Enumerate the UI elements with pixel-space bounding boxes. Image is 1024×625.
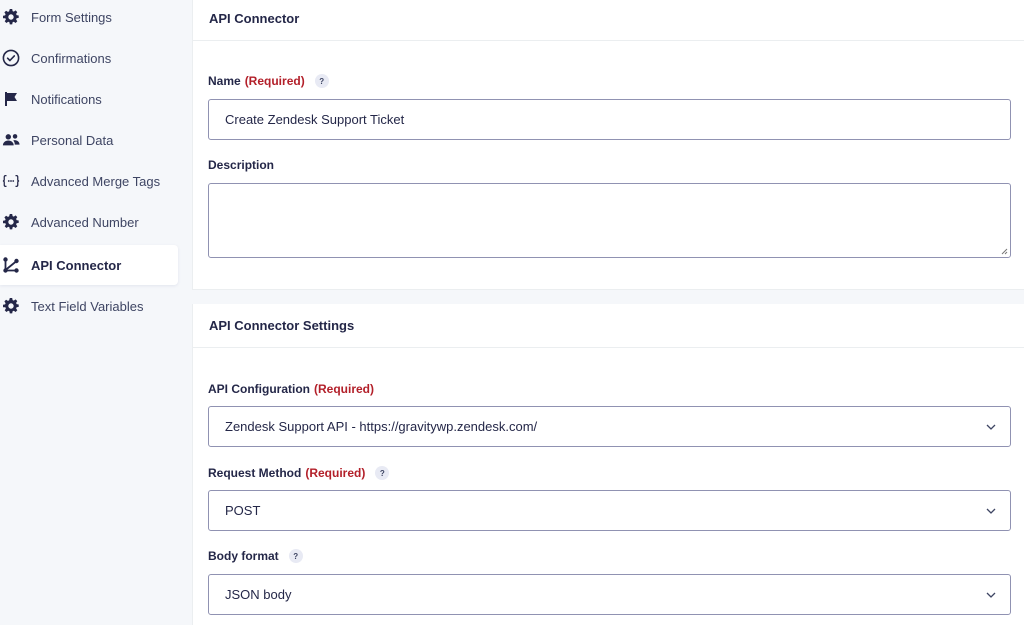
body-format-select[interactable]: JSON body — [208, 574, 1011, 615]
request-method-label: Request Method (Required) ? — [208, 466, 390, 480]
sidebar-item-personal-data[interactable]: Personal Data — [0, 120, 178, 160]
select-value: POST — [225, 503, 261, 518]
help-icon[interactable]: ? — [288, 549, 303, 563]
help-icon[interactable]: ? — [314, 74, 329, 88]
sidebar-item-label: Advanced Number — [31, 214, 139, 230]
sidebar-item-text-field-variables[interactable]: Text Field Variables — [0, 286, 178, 326]
chevron-down-icon — [986, 424, 996, 430]
required-indicator: (Required) — [314, 382, 374, 396]
sidebar-item-label: Advanced Merge Tags — [31, 173, 161, 189]
select-value: Zendesk Support API - https://gravitywp.… — [225, 419, 538, 434]
body-format-label: Body format ? — [208, 549, 303, 563]
sidebar-item-notifications[interactable]: Notifications — [0, 79, 178, 119]
gear-icon — [2, 8, 20, 26]
merge-tags-icon — [2, 172, 20, 190]
api-configuration-label: API Configuration (Required) — [208, 382, 374, 396]
resize-handle-icon[interactable] — [1000, 247, 1008, 255]
name-field[interactable]: Create Zendesk Support Ticket — [208, 99, 1011, 140]
sidebar-item-form-settings[interactable]: Form Settings — [0, 0, 178, 37]
chevron-down-icon — [986, 592, 996, 598]
api-connector-panel: API Connector Name (Required) ? Create Z… — [192, 0, 1024, 290]
required-indicator: (Required) — [305, 466, 366, 480]
description-label: Description — [208, 158, 274, 172]
select-value: JSON body — [225, 587, 292, 602]
label-text: API Configuration — [208, 382, 310, 396]
connector-icon — [2, 256, 20, 274]
sidebar-item-label: Notifications — [31, 91, 102, 107]
sidebar-item-confirmations[interactable]: Confirmations — [0, 38, 178, 78]
sidebar-item-label: Personal Data — [31, 132, 114, 148]
sidebar-item-api-connector[interactable]: API Connector — [0, 245, 178, 285]
label-text: Description — [208, 158, 275, 172]
check-circle-icon — [2, 49, 20, 67]
settings-sidebar: Form Settings Confirmations Notification… — [0, 0, 180, 625]
panel-title: API Connector Settings — [193, 304, 1024, 348]
gear-icon — [2, 297, 20, 315]
sidebar-item-label: API Connector — [31, 257, 122, 273]
label-text: Request Method — [208, 466, 302, 480]
users-icon — [2, 131, 20, 149]
sidebar-item-label: Text Field Variables — [31, 298, 144, 314]
api-configuration-select[interactable]: Zendesk Support API - https://gravitywp.… — [208, 406, 1011, 447]
chevron-down-icon — [986, 508, 996, 514]
flag-icon — [2, 90, 20, 108]
label-text: Body format — [208, 549, 279, 563]
name-label: Name (Required) ? — [208, 74, 329, 88]
name-field-value: Create Zendesk Support Ticket — [225, 112, 405, 127]
sidebar-item-label: Confirmations — [31, 50, 112, 66]
sidebar-item-advanced-number[interactable]: Advanced Number — [0, 202, 178, 242]
label-text: Name — [208, 74, 241, 88]
required-indicator: (Required) — [244, 74, 305, 88]
api-connector-settings-panel: API Connector Settings API Configuration… — [192, 304, 1024, 625]
description-textarea[interactable] — [208, 183, 1011, 258]
sidebar-item-advanced-merge-tags[interactable]: Advanced Merge Tags — [0, 161, 178, 201]
panel-title: API Connector — [193, 0, 1024, 41]
request-method-select[interactable]: POST — [208, 490, 1011, 531]
sidebar-item-label: Form Settings — [31, 9, 112, 25]
gear-icon — [2, 213, 20, 231]
help-icon[interactable]: ? — [375, 466, 390, 480]
